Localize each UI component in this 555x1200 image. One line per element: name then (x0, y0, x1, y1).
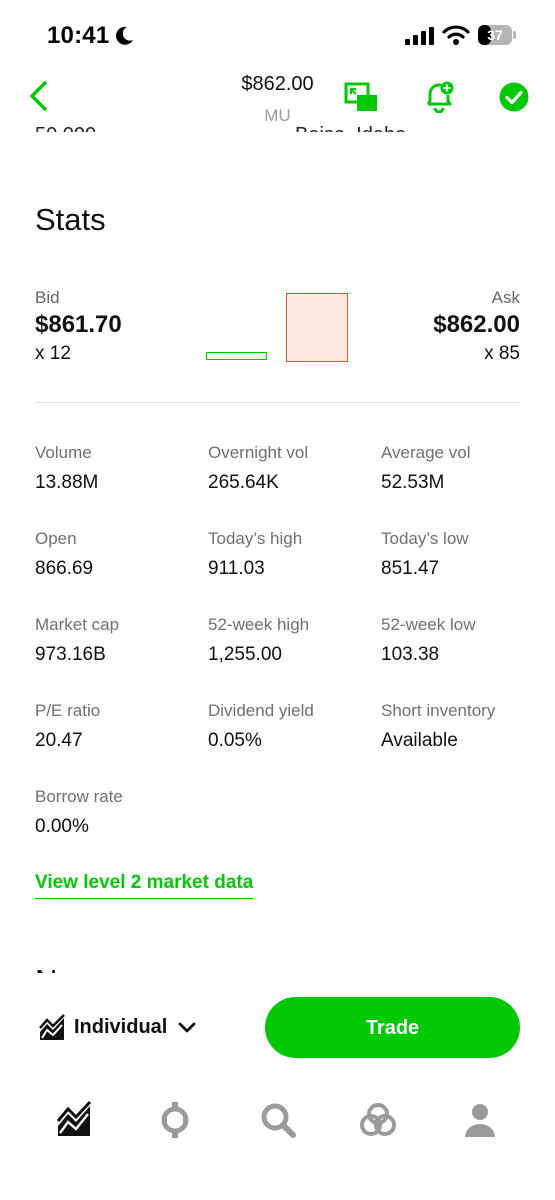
stat-value: 851.47 (381, 558, 440, 579)
stat-pe-ratio: P/E ratio 20.47 (35, 701, 205, 752)
status-bar: 10:41 37 (0, 0, 555, 72)
stat-value: 52.53M (381, 472, 445, 493)
stat-value: 911.03 (208, 558, 265, 579)
ask-size-bar (286, 293, 348, 362)
stat-label: 52-week low (381, 615, 476, 634)
bid-size-bar (206, 352, 267, 360)
chart-icon (39, 1014, 65, 1040)
person-icon (465, 1104, 495, 1137)
stat-average-vol: Average vol 52.53M (381, 443, 551, 494)
stat-open: Open 866.69 (35, 529, 205, 580)
stats-title: Stats (35, 202, 106, 237)
wifi-icon (442, 25, 470, 45)
stat-value: 103.38 (381, 644, 440, 665)
ask-label: Ask (491, 288, 520, 307)
bid-label: Bid (35, 288, 60, 307)
picture-in-picture-icon[interactable] (344, 82, 378, 112)
stat-label: P/E ratio (35, 701, 101, 720)
stat-label: Market cap (35, 615, 120, 634)
stat-value: 1,255.00 (208, 644, 282, 665)
tab-account[interactable] (460, 1100, 500, 1140)
stat-value: 0.00% (35, 816, 89, 837)
tab-crypto[interactable] (155, 1100, 195, 1140)
ask-price: $862.00 (433, 311, 520, 338)
search-icon (261, 1103, 296, 1138)
network-icon (360, 1103, 396, 1136)
stat-short-inventory: Short inventory Available (381, 701, 551, 752)
trade-button[interactable]: Trade (265, 997, 520, 1058)
cut-off-value-left: 50,000 (35, 118, 96, 132)
check-circle-icon[interactable] (499, 82, 529, 112)
stat-value: 973.16B (35, 644, 106, 665)
stat-label: 52-week high (208, 615, 310, 634)
crypto-icon (161, 1102, 189, 1138)
news-title: News (35, 961, 113, 973)
bell-add-icon[interactable] (424, 81, 454, 113)
divider (35, 402, 520, 403)
stat-value: 265.64K (208, 472, 279, 493)
stat-overnight-vol: Overnight vol 265.64K (208, 443, 378, 494)
stat-market-cap: Market cap 973.16B (35, 615, 205, 666)
stat-dividend-yield: Dividend yield 0.05% (208, 701, 378, 752)
stat-volume: Volume 13.88M (35, 443, 205, 494)
header-price: $862.00 (241, 73, 314, 95)
chart-icon (56, 1100, 92, 1136)
tab-search[interactable] (258, 1100, 298, 1140)
status-time: 10:41 (47, 22, 110, 49)
stat-value: 13.88M (35, 472, 99, 493)
stat-label: Borrow rate (35, 787, 123, 806)
stat-label: Average vol (381, 443, 471, 462)
chevron-down-icon (178, 1022, 196, 1033)
stat-value: 0.05% (208, 730, 262, 751)
tab-investing[interactable] (54, 1100, 94, 1140)
stat-value: 866.69 (35, 558, 94, 579)
stat-borrow-rate: Borrow rate 0.00% (35, 787, 205, 838)
account-label: Individual (74, 1016, 168, 1038)
view-level-2-link[interactable]: View level 2 market data (35, 872, 254, 899)
stat-value: 20.47 (35, 730, 83, 751)
stat-52-week-low: 52-week low 103.38 (381, 615, 551, 666)
stat-52-week-high: 52-week high 1,255.00 (208, 615, 378, 666)
battery-level: 37 (487, 27, 503, 43)
stat-todays-high: Today’s high 911.03 (208, 529, 378, 580)
stat-value: Available (381, 730, 458, 751)
ask-size: x 85 (484, 343, 520, 364)
stat-label: Today’s low (381, 529, 469, 548)
cut-off-value-right: Boise, Idaho (295, 118, 406, 132)
stat-todays-low: Today’s low 851.47 (381, 529, 551, 580)
tab-network[interactable] (358, 1100, 398, 1140)
signal-icon (405, 27, 434, 45)
stat-label: Volume (35, 443, 92, 462)
bid-size: x 12 (35, 343, 71, 364)
stat-label: Dividend yield (208, 701, 314, 720)
stat-label: Overnight vol (208, 443, 309, 462)
moon-icon (116, 26, 133, 45)
stat-label: Open (35, 529, 77, 548)
stat-label: Today’s high (208, 529, 303, 548)
stat-label: Short inventory (381, 701, 496, 720)
bid-price: $861.70 (35, 311, 122, 338)
